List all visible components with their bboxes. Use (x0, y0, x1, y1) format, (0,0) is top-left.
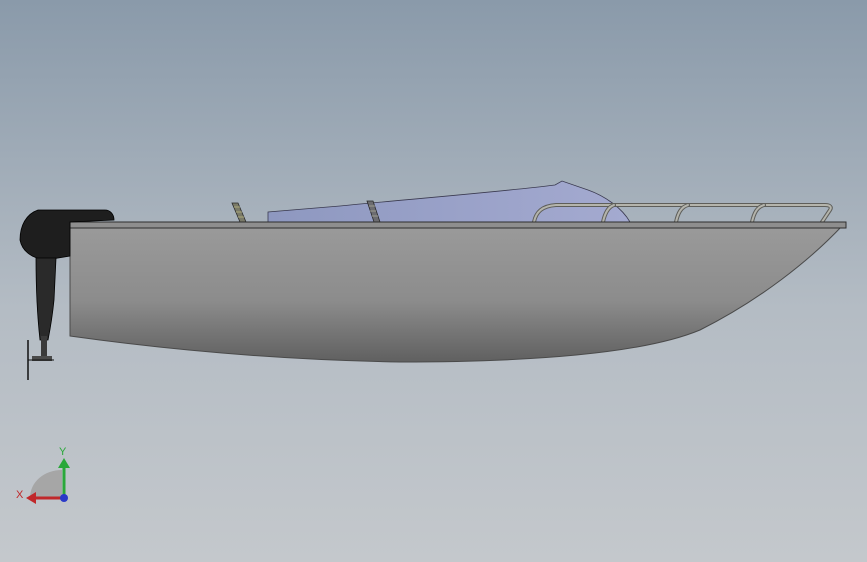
y-axis-arrow (58, 458, 70, 468)
coordinate-triad: Y X (16, 446, 70, 504)
canopy (267, 180, 631, 223)
boat-model[interactable]: Y X (0, 0, 867, 562)
deck (69, 221, 847, 229)
y-axis-label: Y (59, 446, 67, 458)
model-viewport[interactable]: Y X (0, 0, 867, 562)
z-axis-dot (60, 494, 68, 502)
windshield-post-left (231, 202, 247, 223)
x-axis-label: X (16, 489, 24, 501)
hull (69, 225, 844, 363)
